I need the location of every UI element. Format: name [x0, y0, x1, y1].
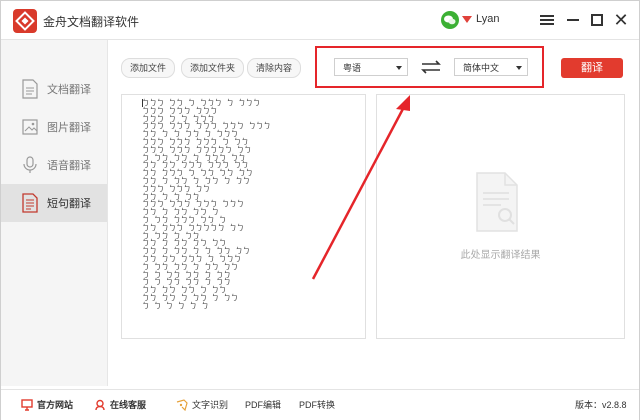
title-bar: 金舟文档翻译软件 Lyan ✕: [1, 1, 639, 40]
clear-content-button[interactable]: 清除内容: [247, 58, 302, 78]
sidebar-item-label: 文档翻译: [47, 84, 91, 96]
sidebar-item-document-translate[interactable]: 文档翻译: [1, 70, 107, 108]
sidebar-item-label: 语音翻译: [47, 160, 91, 172]
chevron-down-icon: [396, 66, 402, 70]
text-cursor: [142, 99, 143, 107]
minimize-icon: [567, 19, 579, 21]
swap-arrows-icon: [421, 60, 441, 74]
source-text-area[interactable]: ㄅㄅㄅ ㄅㄅ ㄅ ㄅㄅㄅ ㄅ ㄅㄅㄅ ㄅㄅㄅ ㄅㄅㄅ ㄅㄅㄅ ㄅㄅㄅ ㄅ ㄅ ㄅ…: [121, 94, 366, 339]
add-folder-button[interactable]: 添加文件夹: [181, 58, 245, 78]
source-text: ㄅㄅㄅ ㄅㄅ ㄅ ㄅㄅㄅ ㄅ ㄅㄅㄅ ㄅㄅㄅ ㄅㄅㄅ ㄅㄅㄅ ㄅㄅㄅ ㄅ ㄅ ㄅ…: [142, 98, 271, 310]
image-icon: [21, 117, 39, 137]
target-language-value: 简体中文: [463, 63, 500, 73]
sidebar-item-sentence-translate[interactable]: 短句翻译: [1, 184, 107, 222]
hamburger-icon: [540, 13, 554, 27]
online-support-label: 在线客服: [110, 400, 147, 410]
version-label: 版本：v2.8.8: [575, 400, 627, 410]
sidebar-item-voice-translate[interactable]: 语音翻译: [1, 146, 107, 184]
sidebar-item-image-translate[interactable]: 图片翻译: [1, 108, 107, 146]
pdf-edit-link[interactable]: PDF编辑: [245, 398, 281, 411]
target-language-select[interactable]: 简体中文: [454, 58, 528, 76]
close-button[interactable]: ✕: [611, 10, 631, 30]
pdf-convert-label: PDF转换: [299, 400, 336, 410]
close-icon: ✕: [613, 10, 629, 30]
translate-button[interactable]: 翻译: [561, 58, 623, 78]
pdf-convert-link[interactable]: PDF转换: [299, 398, 335, 411]
maximize-button[interactable]: [587, 10, 607, 30]
text-document-icon: [21, 193, 39, 213]
app-logo-icon: [13, 9, 37, 33]
user-name: Lyan: [476, 13, 500, 25]
document-icon: [21, 79, 39, 99]
ocr-tool-icon: [176, 398, 188, 411]
support-agent-icon: [95, 399, 105, 410]
menu-button[interactable]: [537, 10, 557, 30]
sidebar: 文档翻译 图片翻译 语音翻译 短句翻译: [1, 40, 108, 386]
wechat-icon[interactable]: [441, 11, 459, 29]
monitor-icon: [21, 398, 33, 411]
official-website-label: 官方网站: [37, 400, 74, 410]
source-language-select[interactable]: 粤语: [334, 58, 408, 76]
sidebar-item-label: 图片翻译: [47, 122, 91, 134]
result-placeholder: 此处显示翻译结果: [460, 250, 541, 261]
vip-gem-icon: [462, 15, 472, 23]
pdf-edit-label: PDF编辑: [245, 400, 282, 410]
official-website-link[interactable]: 官方网站: [21, 398, 73, 411]
ocr-link[interactable]: 文字识别: [176, 398, 228, 411]
minimize-button[interactable]: [563, 10, 583, 30]
user-account[interactable]: Lyan: [462, 13, 499, 25]
app-title: 金舟文档翻译软件: [43, 15, 140, 29]
maximize-icon: [591, 14, 603, 26]
chevron-down-icon: [516, 66, 522, 70]
source-language-value: 粤语: [343, 63, 362, 73]
app-window: 金舟文档翻译软件 Lyan ✕ 文档翻译 图片翻译 语音翻译 短句翻译 添加文件…: [0, 0, 640, 420]
add-file-button[interactable]: 添加文件: [121, 58, 176, 78]
document-search-icon: [471, 171, 523, 233]
ocr-label: 文字识别: [192, 400, 229, 410]
sidebar-item-label: 短句翻译: [47, 198, 91, 210]
swap-languages-button[interactable]: [420, 59, 442, 75]
footer-bar: 官方网站 在线客服 文字识别 PDF编辑 PDF转换 版本：v2.8.8: [1, 389, 639, 420]
online-support-link[interactable]: 在线客服: [94, 398, 146, 411]
microphone-icon: [21, 155, 39, 175]
